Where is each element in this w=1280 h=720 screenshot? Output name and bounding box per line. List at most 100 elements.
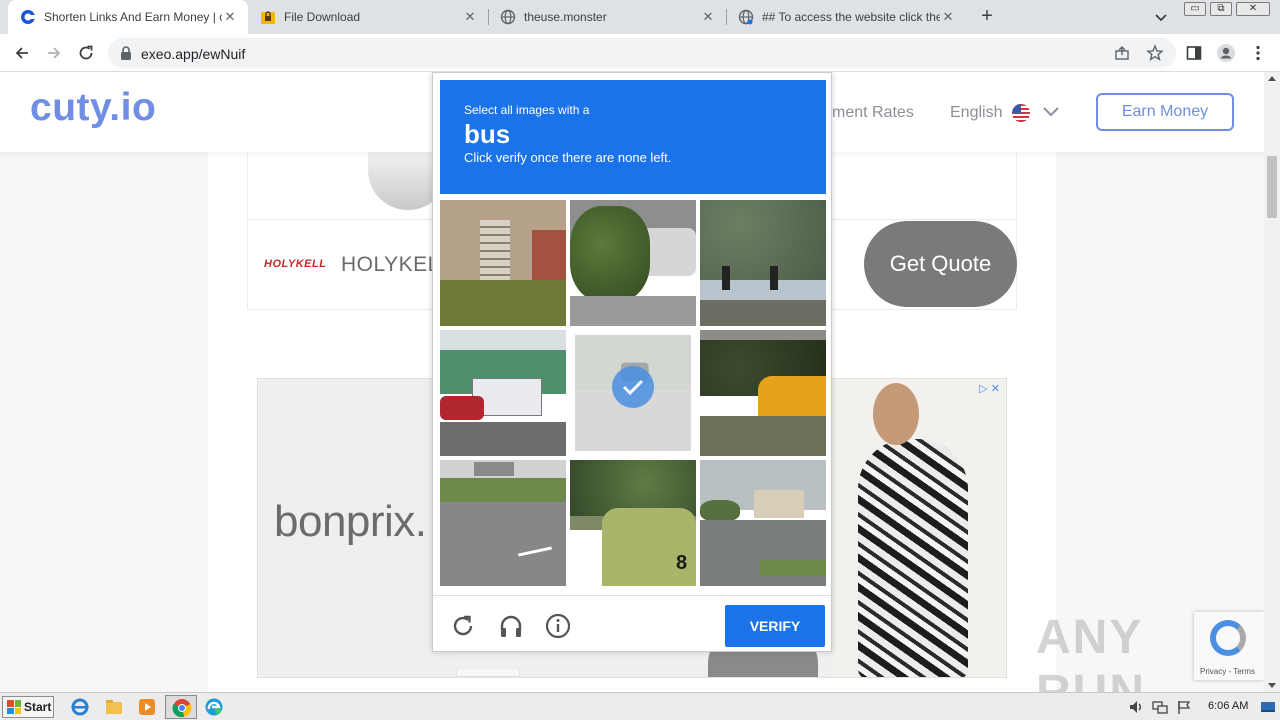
road	[570, 296, 696, 326]
verify-button[interactable]: VERIFY	[725, 605, 825, 647]
browser-toolbar: exeo.app/ewNuif	[0, 34, 1280, 72]
model-head	[873, 383, 919, 445]
chevron-down-icon	[1042, 104, 1060, 122]
tile-bus-street[interactable]	[440, 330, 566, 456]
url-text[interactable]: exeo.app/ewNuif	[141, 46, 245, 62]
traffic-light	[722, 266, 730, 290]
share-icon[interactable]	[1114, 45, 1130, 66]
scroll-down-arrow-icon[interactable]	[1268, 683, 1276, 688]
profile-avatar-icon[interactable]	[1216, 43, 1236, 63]
scrollbar-thumb[interactable]	[1267, 156, 1277, 218]
minimize-window-button[interactable]: ▭	[1184, 2, 1206, 16]
tile-school-bus[interactable]	[700, 330, 826, 456]
tab-theuse[interactable]: theuse.monster ✕	[488, 0, 726, 34]
checkmark-icon	[612, 366, 654, 408]
trees	[700, 500, 740, 522]
tab-title: theuse.monster	[524, 10, 607, 24]
network-icon[interactable]	[1152, 699, 1168, 715]
audio-challenge-headphones-icon[interactable]	[498, 613, 524, 639]
bookmark-star-icon[interactable]	[1146, 44, 1164, 67]
browser-tab-strip: Shorten Links And Earn Money | cut ✕ Fil…	[0, 0, 1280, 34]
tile-green-bus[interactable]: 8	[570, 460, 696, 586]
road	[700, 300, 826, 326]
tile-highway-truck[interactable]	[440, 460, 566, 586]
internet-explorer-icon[interactable]	[70, 697, 90, 717]
volume-icon[interactable]	[1128, 699, 1144, 715]
reload-challenge-icon[interactable]	[450, 613, 476, 639]
adchoices-icon[interactable]: ▷ ✕	[979, 382, 1000, 395]
grass	[440, 280, 566, 326]
challenge-header: Select all images with a bus Click verif…	[440, 80, 826, 194]
brick-wall	[532, 230, 566, 280]
close-tab-icon[interactable]: ✕	[222, 9, 238, 25]
globe-icon	[738, 9, 754, 25]
language-selector[interactable]: English	[950, 104, 1060, 122]
recaptcha-badge[interactable]: Privacy - Terms	[1194, 612, 1264, 680]
model-image	[833, 379, 1006, 677]
action-center-flag-icon[interactable]	[1176, 699, 1192, 715]
tab-title: File Download	[284, 10, 361, 24]
lock-folder-icon	[260, 9, 276, 25]
us-flag-icon	[1012, 104, 1031, 122]
address-bar[interactable]: exeo.app/ewNuif	[108, 38, 1176, 68]
tab-file-download[interactable]: File Download ✕	[248, 0, 488, 34]
back-arrow-icon[interactable]	[12, 43, 32, 63]
highway	[440, 502, 566, 586]
taskbar-clock[interactable]: 6:06 AM	[1208, 700, 1248, 712]
globe-icon	[500, 9, 516, 25]
tile-road-building[interactable]	[700, 460, 826, 586]
reload-icon[interactable]	[76, 43, 96, 63]
windows-logo-icon	[7, 700, 21, 714]
holykell-logo: HOLYKELL	[264, 258, 327, 270]
side-panel-icon[interactable]	[1184, 43, 1204, 63]
tab-access-website[interactable]: ## To access the website click the "/ ✕	[726, 0, 966, 34]
get-quote-button[interactable]: Get Quote	[864, 221, 1017, 307]
lock-icon[interactable]	[120, 46, 132, 65]
dress-figure	[858, 439, 968, 677]
forward-arrow-icon[interactable]	[44, 43, 64, 63]
road	[700, 520, 826, 586]
scroll-up-arrow-icon[interactable]	[1268, 76, 1276, 81]
building	[754, 490, 804, 518]
nav-payment-rates[interactable]: ment Rates	[832, 104, 914, 122]
median-grass	[440, 478, 566, 502]
trees	[700, 200, 826, 280]
image-grid: 8	[440, 200, 828, 588]
cuty-icon	[20, 9, 36, 25]
close-window-button[interactable]: ✕	[1236, 2, 1270, 16]
language-label: English	[950, 104, 1003, 121]
challenge-hint: Click verify once there are none left.	[464, 150, 672, 165]
new-tab-button[interactable]: +	[976, 6, 998, 28]
cuty-logo[interactable]: cuty.io	[30, 86, 156, 130]
page-scrollbar[interactable]	[1264, 72, 1280, 692]
show-desktop-icon[interactable]	[1260, 699, 1276, 715]
challenge-instruction: Select all images with a	[464, 103, 590, 117]
file-explorer-icon[interactable]	[104, 697, 124, 717]
tile-road-car[interactable]	[570, 330, 696, 456]
tab-title: ## To access the website click the "/	[762, 10, 940, 24]
bush	[570, 206, 650, 302]
earn-money-button[interactable]: Earn Money	[1096, 93, 1234, 131]
tab-cuty[interactable]: Shorten Links And Earn Money | cut ✕	[8, 0, 248, 34]
tile-house-stairs[interactable]	[440, 200, 566, 326]
start-label: Start	[24, 700, 52, 714]
close-tab-icon[interactable]: ✕	[462, 9, 478, 25]
kebab-menu-icon[interactable]	[1248, 43, 1268, 63]
close-tab-icon[interactable]: ✕	[940, 9, 956, 25]
media-player-icon[interactable]	[137, 697, 157, 717]
page-margin-left	[0, 152, 208, 692]
tile-bushes-street[interactable]	[570, 200, 696, 326]
truck	[474, 462, 514, 476]
close-tab-icon[interactable]: ✕	[700, 9, 716, 25]
edge-icon[interactable]	[204, 697, 224, 717]
red-car	[440, 396, 484, 420]
web-page: HOLYKELL HOLYKELL Get Quote bonprix. ▷ ✕…	[0, 72, 1264, 692]
tab-search-chevron-icon[interactable]	[1152, 8, 1170, 26]
tile-traffic-lights[interactable]	[700, 200, 826, 326]
privacy-terms-link[interactable]: Privacy - Terms	[1200, 667, 1255, 676]
info-icon[interactable]	[545, 613, 571, 639]
start-button[interactable]: Start	[2, 696, 54, 718]
road	[440, 422, 566, 456]
restore-window-button[interactable]: ⧉	[1210, 2, 1232, 16]
chrome-taskbar-button[interactable]	[165, 695, 197, 719]
